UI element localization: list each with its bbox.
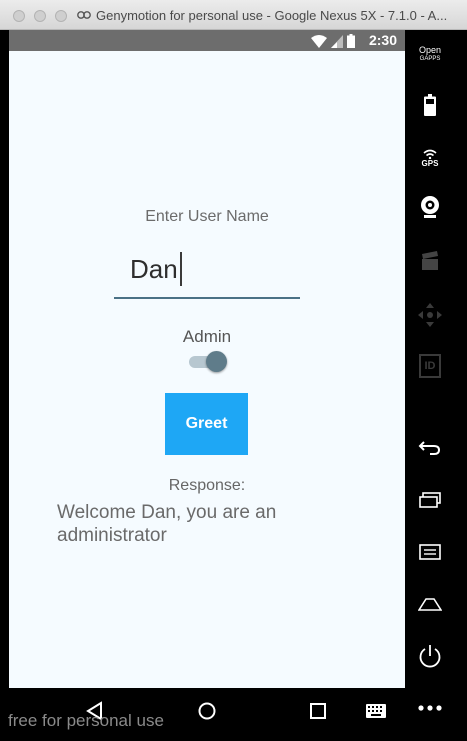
android-back-button[interactable] bbox=[405, 436, 455, 460]
media-button[interactable] bbox=[405, 248, 455, 274]
response-text: Welcome Dan, you are an administrator bbox=[57, 502, 277, 546]
opengapps-line1: Open bbox=[418, 45, 442, 55]
recent-apps-icon bbox=[419, 492, 441, 508]
home-icon bbox=[418, 598, 442, 611]
battery-button[interactable] bbox=[405, 92, 455, 118]
admin-label: Admin bbox=[182, 327, 232, 346]
wifi-icon bbox=[311, 34, 327, 48]
window-title: Genymotion for personal use - Google Nex… bbox=[96, 8, 448, 23]
webcam-button[interactable] bbox=[405, 194, 455, 220]
home-circle-icon[interactable] bbox=[197, 701, 217, 721]
app-screen: Enter User Name Dan Admin Greet Response… bbox=[9, 51, 405, 688]
dpad-button[interactable] bbox=[405, 300, 455, 330]
menu-icon bbox=[419, 544, 441, 560]
gps-button[interactable]: GPS bbox=[405, 144, 455, 172]
enter-user-name-label: Enter User Name bbox=[145, 208, 269, 225]
close-window-button[interactable] bbox=[13, 10, 25, 22]
android-status-bar: 2:30 bbox=[9, 30, 405, 51]
opengapps-line2: GAPPS bbox=[419, 56, 441, 62]
text-cursor bbox=[180, 252, 182, 286]
power-icon bbox=[419, 645, 441, 668]
window-titlebar: Genymotion for personal use - Google Nex… bbox=[0, 0, 467, 30]
device-id-button[interactable]: ID bbox=[405, 352, 455, 380]
battery-status-icon bbox=[347, 34, 355, 48]
status-time: 2:30 bbox=[368, 32, 397, 48]
more-button[interactable] bbox=[405, 698, 455, 718]
switch-thumb bbox=[206, 351, 227, 372]
dpad-icon bbox=[418, 303, 442, 327]
zoom-window-button[interactable] bbox=[55, 10, 67, 22]
webcam-icon bbox=[421, 196, 439, 218]
opengapps-button[interactable]: Open GAPPS bbox=[405, 42, 455, 68]
power-button[interactable] bbox=[405, 642, 455, 672]
watermark-text: free for personal use bbox=[8, 711, 164, 730]
back-icon bbox=[418, 441, 441, 455]
status-icons bbox=[311, 33, 355, 49]
recents-square-icon[interactable] bbox=[309, 702, 327, 720]
signal-icon bbox=[331, 34, 343, 48]
minimize-window-button[interactable] bbox=[34, 10, 46, 22]
media-clapper-icon bbox=[422, 251, 438, 270]
battery-icon bbox=[424, 94, 436, 116]
gps-label: GPS bbox=[421, 158, 439, 168]
genymotion-logo-icon bbox=[77, 11, 91, 19]
android-recent-apps-button[interactable] bbox=[405, 488, 455, 512]
genymotion-toolbar: Open GAPPS GPS ID bbox=[405, 30, 467, 741]
keyboard-icon[interactable] bbox=[365, 703, 387, 719]
android-home-button[interactable] bbox=[405, 592, 455, 616]
gps-icon bbox=[423, 149, 437, 159]
response-label: Response: bbox=[168, 477, 246, 494]
greet-button[interactable]: Greet bbox=[165, 393, 248, 455]
id-icon: ID bbox=[419, 354, 441, 378]
device-frame-left bbox=[0, 30, 9, 688]
android-menu-button[interactable] bbox=[405, 540, 455, 564]
more-icon bbox=[418, 705, 442, 711]
admin-switch[interactable] bbox=[189, 351, 227, 373]
username-value: Dan bbox=[130, 254, 178, 284]
